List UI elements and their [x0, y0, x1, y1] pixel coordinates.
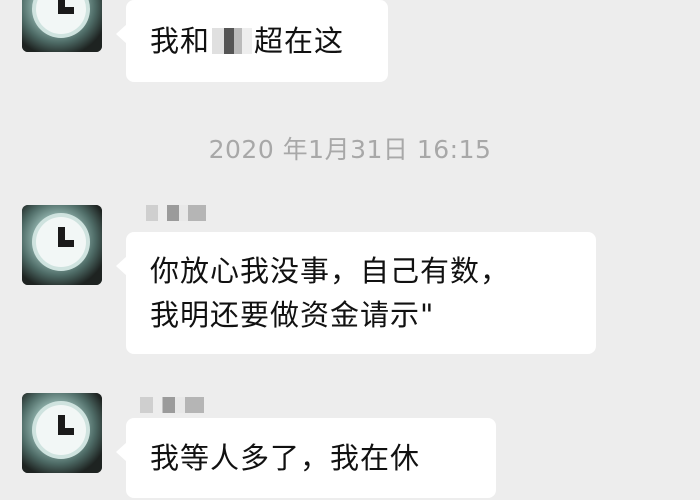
message-text: 超在这	[254, 24, 345, 58]
redacted-name	[212, 28, 253, 54]
chat-timestamp: 2020 年1月31日 16:15	[208, 135, 492, 164]
message-text: 我等人多了，我在休	[150, 441, 421, 475]
message-bubble[interactable]: 你放心我没事，自己有数， 我明还要做资金请示"	[116, 232, 596, 354]
message-text: 你放心我没事，自己有数，	[150, 254, 511, 288]
avatar[interactable]	[22, 0, 102, 52]
avatar[interactable]	[22, 393, 102, 473]
message-text: 我和	[150, 24, 211, 58]
avatar[interactable]	[22, 205, 102, 285]
sender-name-redacted	[146, 205, 206, 221]
message-text: 我明还要做资金请示"	[150, 298, 435, 332]
message-bubble[interactable]: 我等人多了，我在休	[116, 418, 496, 498]
sender-name-redacted	[140, 397, 204, 413]
message-bubble[interactable]: 我和 超在这	[116, 0, 388, 82]
